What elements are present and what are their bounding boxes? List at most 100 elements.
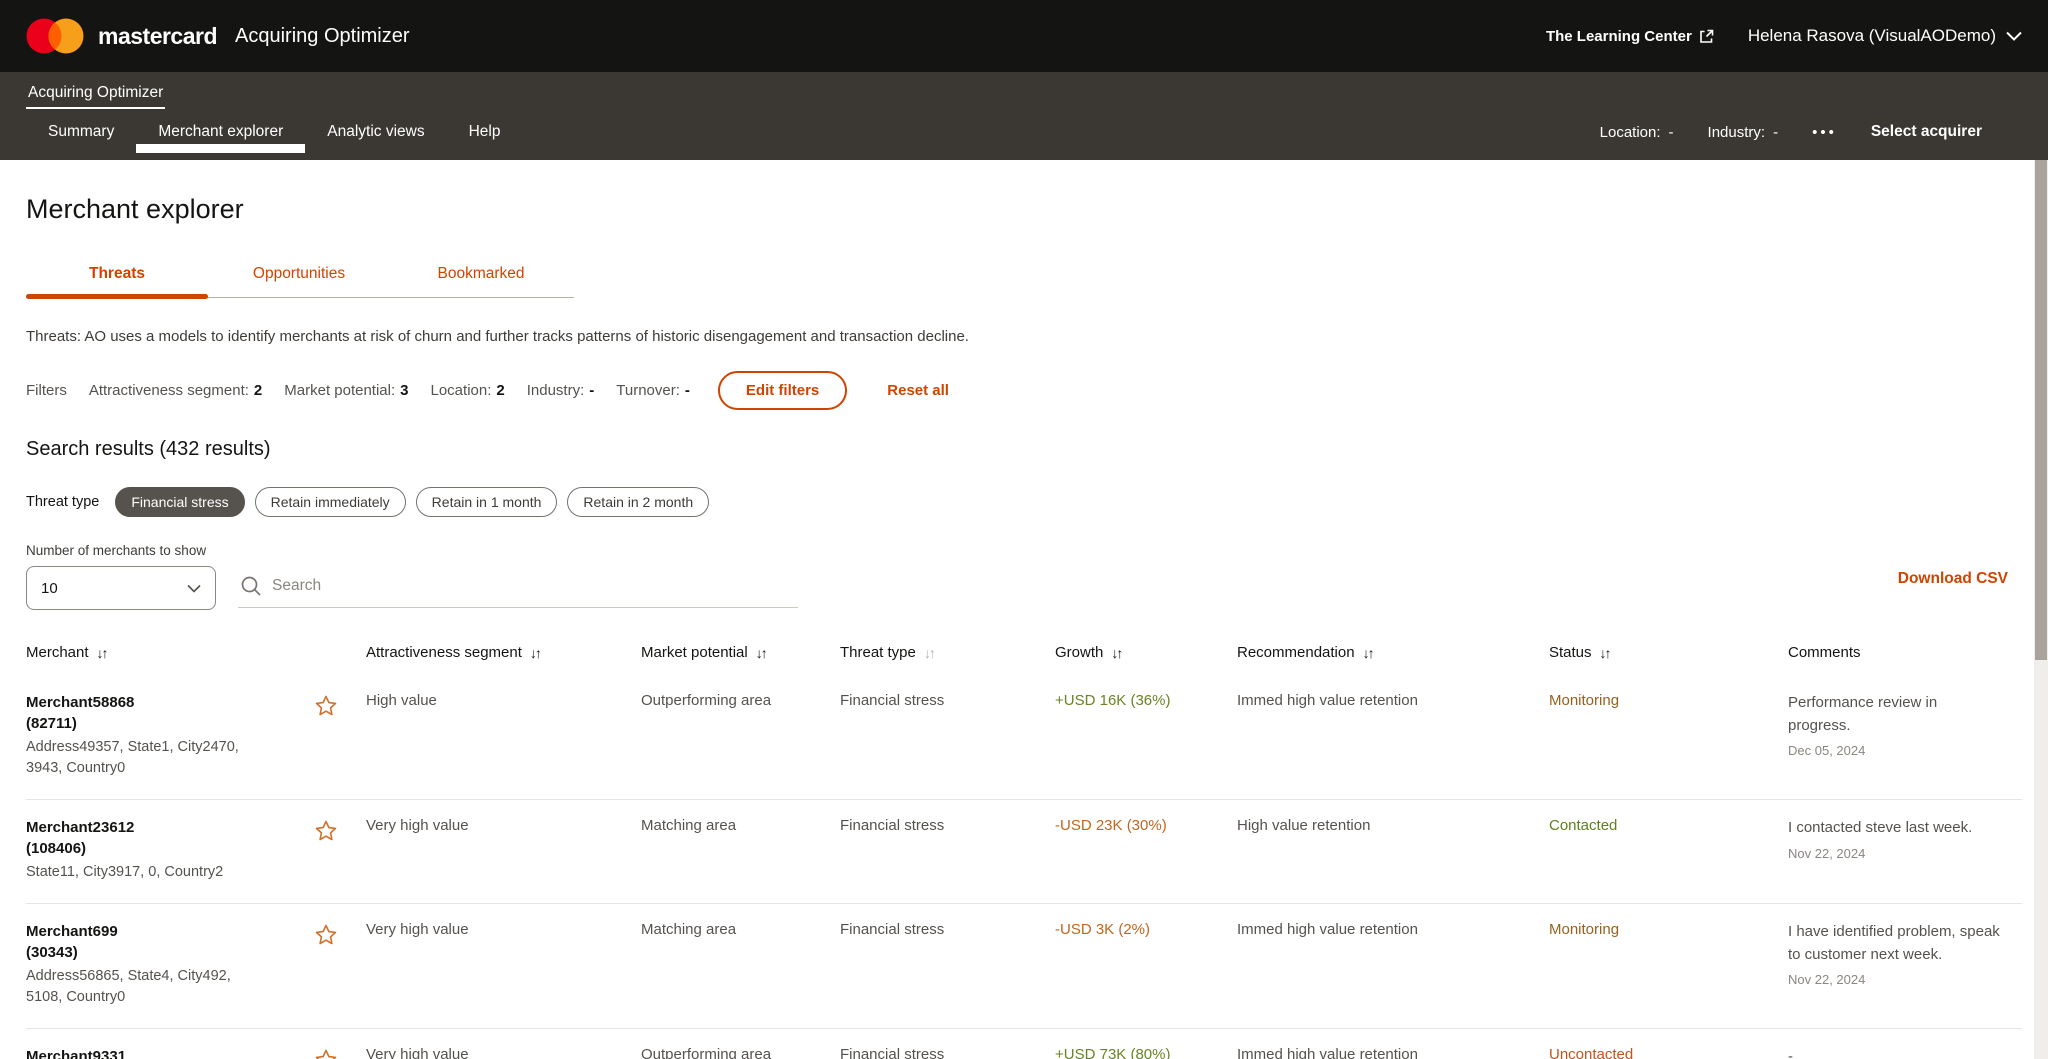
search-results-title: Search results (432 results) <box>26 438 2022 461</box>
learning-center-label: The Learning Center <box>1546 28 1692 45</box>
learning-center-link[interactable]: The Learning Center <box>1546 28 1714 45</box>
comment-date: Nov 22, 2024 <box>1788 846 2004 861</box>
table-header: Merchant↓↑ Attractiveness segment↓↑ Mark… <box>26 632 2022 675</box>
select-acquirer-button[interactable]: Select acquirer <box>1871 123 1982 141</box>
nav-item-merchant-explorer[interactable]: Merchant explorer <box>136 111 305 153</box>
attractiveness-value: Very high value <box>366 1046 641 1059</box>
table-row[interactable]: Merchant58868 (82711) Address49357, Stat… <box>26 675 2022 800</box>
filters-label: Filters <box>26 382 67 399</box>
industry-label: Industry: <box>1708 124 1766 141</box>
col-market-potential: Market potential↓↑ <box>641 644 840 661</box>
table-row[interactable]: Merchant23612 (108406) State11, City3917… <box>26 800 2022 904</box>
secondary-nav-bar: Acquiring Optimizer Summary Merchant exp… <box>0 72 2048 160</box>
tab-opportunities[interactable]: Opportunities <box>208 255 390 297</box>
search-icon <box>240 575 262 597</box>
merchant-address: Address56865, State4, City492, 5108, Cou… <box>26 966 266 1008</box>
attractiveness-value: Very high value <box>366 921 641 1008</box>
user-menu[interactable]: Helena Rasova (VisualAODemo) <box>1748 26 2022 46</box>
breadcrumb[interactable]: Acquiring Optimizer <box>26 72 165 109</box>
comment-text: Performance review in progress. <box>1788 692 2003 737</box>
page-tabs: Threats Opportunities Bookmarked <box>26 255 574 298</box>
threat-type-chips: Threat type Financial stress Retain imme… <box>26 487 2022 517</box>
recommendation-value: Immed high value retention <box>1237 692 1549 779</box>
merchant-id: (82711) <box>26 713 266 734</box>
nav-item-analytic-views[interactable]: Analytic views <box>305 111 446 153</box>
location-label: Location: <box>1600 124 1661 141</box>
threat-type-value: Financial stress <box>840 692 1055 779</box>
chip-retain-immediately[interactable]: Retain immediately <box>255 487 406 517</box>
edit-filters-button[interactable]: Edit filters <box>718 371 847 410</box>
user-name: Helena Rasova (VisualAODemo) <box>1748 26 1996 46</box>
merchant-name: Merchant9331 <box>26 1046 266 1059</box>
status-badge: Uncontacted <box>1549 1046 1788 1059</box>
more-options-icon[interactable]: ••• <box>1812 124 1837 141</box>
sort-icon[interactable]: ↓↑ <box>924 645 934 661</box>
filter-turnover: Turnover:- <box>616 382 690 399</box>
sort-icon[interactable]: ↓↑ <box>756 645 766 661</box>
table-row[interactable]: Merchant699 (30343) Address56865, State4… <box>26 904 2022 1029</box>
sort-icon[interactable]: ↓↑ <box>1600 645 1610 661</box>
nav-item-summary[interactable]: Summary <box>26 111 136 153</box>
col-comments: Comments <box>1788 644 2022 661</box>
comment-text: I contacted steve last week. <box>1788 817 2003 840</box>
merchants-count-select[interactable]: 10 <box>26 566 216 610</box>
market-potential-value: Outperforming area <box>641 1046 840 1059</box>
growth-value: +USD 16K (36%) <box>1055 692 1237 779</box>
scrollbar-thumb[interactable] <box>2035 160 2047 660</box>
comment-text: I have identified problem, speak to cust… <box>1788 921 2003 966</box>
location-summary: Location: - <box>1600 124 1674 141</box>
market-potential-value: Matching area <box>641 817 840 883</box>
scrollbar[interactable] <box>2034 160 2048 1059</box>
merchant-name: Merchant23612 <box>26 817 223 838</box>
mastercard-logo-icon <box>26 18 84 54</box>
nav-item-help[interactable]: Help <box>447 111 523 153</box>
comment-date: Dec 05, 2024 <box>1788 743 2004 758</box>
reset-all-button[interactable]: Reset all <box>887 382 949 399</box>
filter-industry: Industry:- <box>527 382 595 399</box>
download-csv-link[interactable]: Download CSV <box>1898 570 2008 588</box>
market-potential-value: Outperforming area <box>641 692 840 779</box>
threat-type-label: Threat type <box>26 494 99 510</box>
search-input[interactable] <box>272 577 796 595</box>
col-attractiveness: Attractiveness segment↓↑ <box>366 644 641 661</box>
bookmark-star-icon[interactable] <box>314 694 338 718</box>
chip-financial-stress[interactable]: Financial stress <box>115 487 244 517</box>
growth-value: -USD 3K (2%) <box>1055 921 1237 1008</box>
merchant-address: Address49357, State1, City2470, 3943, Co… <box>26 737 266 779</box>
location-value: - <box>1669 124 1674 141</box>
main-content: Merchant explorer Threats Opportunities … <box>0 194 2048 1059</box>
merchants-count-value: 10 <box>41 580 58 597</box>
growth-value: -USD 23K (30%) <box>1055 817 1237 883</box>
attractiveness-value: High value <box>366 692 641 779</box>
filter-attractiveness: Attractiveness segment:2 <box>89 382 262 399</box>
bookmark-star-icon[interactable] <box>314 923 338 947</box>
sort-icon[interactable]: ↓↑ <box>1363 645 1373 661</box>
sort-icon[interactable]: ↓↑ <box>97 645 107 661</box>
col-recommendation: Recommendation↓↑ <box>1237 644 1549 661</box>
chip-retain-1-month[interactable]: Retain in 1 month <box>416 487 558 517</box>
search-field <box>238 569 798 608</box>
status-badge: Monitoring <box>1549 692 1788 779</box>
sort-icon[interactable]: ↓↑ <box>1111 645 1121 661</box>
threat-type-value: Financial stress <box>840 817 1055 883</box>
threat-type-value: Financial stress <box>840 921 1055 1008</box>
tab-bookmarked[interactable]: Bookmarked <box>390 255 572 297</box>
col-threat-type: Threat type↓↑ <box>840 644 1055 661</box>
comment-text: - <box>1788 1046 2003 1059</box>
merchant-name: Merchant699 <box>26 921 266 942</box>
bookmark-star-icon[interactable] <box>314 819 338 843</box>
merchant-address: State11, City3917, 0, Country2 <box>26 862 223 883</box>
threat-type-value: Financial stress <box>840 1046 1055 1059</box>
table-row[interactable]: Merchant9331 (70496) Address8892, State3… <box>26 1029 2022 1059</box>
market-potential-value: Matching area <box>641 921 840 1008</box>
chip-retain-2-month[interactable]: Retain in 2 month <box>567 487 709 517</box>
status-badge: Monitoring <box>1549 921 1788 1008</box>
attractiveness-value: Very high value <box>366 817 641 883</box>
tab-threats[interactable]: Threats <box>26 255 208 297</box>
bookmark-star-icon[interactable] <box>314 1048 338 1059</box>
merchant-name: Merchant58868 <box>26 692 266 713</box>
recommendation-value: High value retention <box>1237 817 1549 883</box>
col-status: Status↓↑ <box>1549 644 1788 661</box>
chevron-down-icon <box>2006 31 2022 41</box>
sort-icon[interactable]: ↓↑ <box>530 645 540 661</box>
